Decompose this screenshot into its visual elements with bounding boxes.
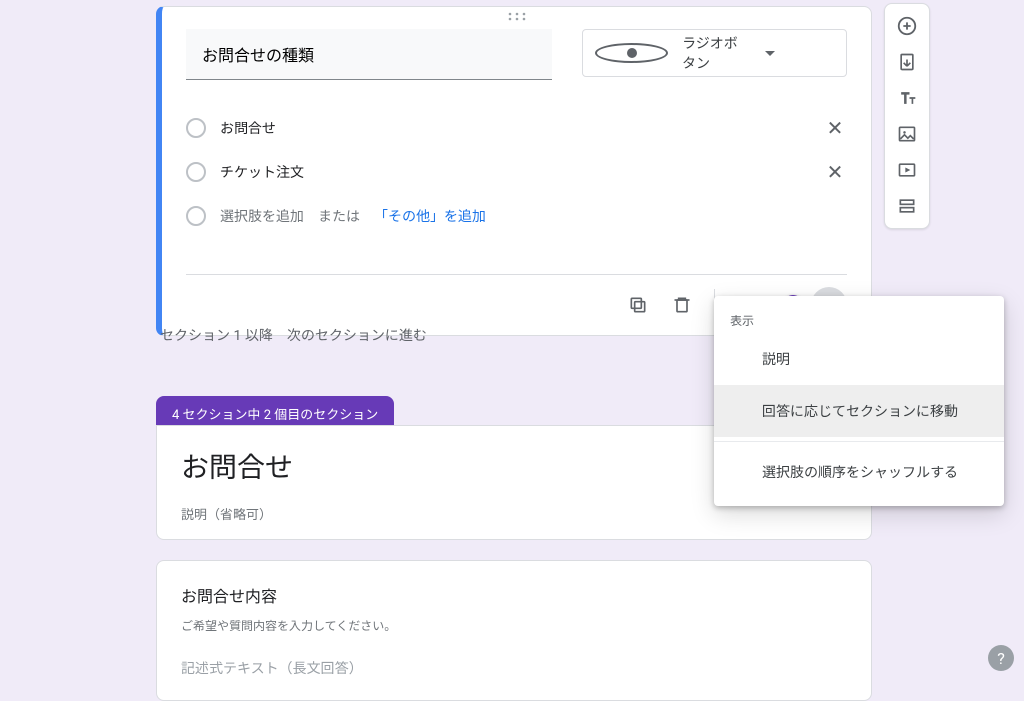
radio-outline-icon	[186, 118, 206, 138]
menu-item-shuffle[interactable]: 選択肢の順序をシャッフルする	[714, 446, 1004, 498]
section-desc[interactable]: 説明（省略可）	[181, 504, 847, 523]
import-questions-button[interactable]	[888, 44, 926, 80]
option-label: チケット注文	[220, 162, 304, 182]
menu-item-description[interactable]: 説明	[714, 333, 1004, 385]
duplicate-button[interactable]	[618, 285, 658, 325]
answer-placeholder: 記述式テキスト（長文回答）	[181, 658, 847, 678]
question-title-input[interactable]	[186, 29, 552, 80]
radio-outline-icon	[186, 162, 206, 182]
option-label: お問合せ	[220, 118, 276, 138]
more-options-menu: 表示 説明 回答に応じてセクションに移動 選択肢の順序をシャッフルする	[714, 296, 1004, 506]
add-question-button[interactable]	[888, 8, 926, 44]
remove-option-button[interactable]: ✕	[823, 116, 847, 140]
divider	[714, 441, 1004, 442]
radio-icon	[595, 43, 668, 63]
floating-toolbar	[884, 3, 930, 229]
add-title-button[interactable]	[888, 80, 926, 116]
add-other-link[interactable]: 「その他」を追加	[374, 206, 486, 226]
help-button[interactable]: ?	[988, 645, 1014, 671]
add-section-button[interactable]	[888, 188, 926, 224]
menu-header: 表示	[714, 304, 1004, 333]
add-option-row: 選択肢を追加 または 「その他」を追加	[186, 194, 847, 238]
option-row[interactable]: お問合せ ✕	[186, 106, 847, 150]
add-image-button[interactable]	[888, 116, 926, 152]
section-flow-action: 次のセクションに進む	[287, 325, 427, 345]
question-type-select[interactable]: ラジオボタン	[582, 29, 847, 77]
question-card[interactable]: お問合せ内容 ご希望や質問内容を入力してください。 記述式テキスト（長文回答）	[156, 560, 872, 701]
section-flow-prefix: セクション 1 以降	[160, 325, 273, 345]
question-desc: ご希望や質問内容を入力してください。	[181, 617, 847, 634]
delete-button[interactable]	[662, 285, 702, 325]
radio-outline-icon	[186, 206, 206, 226]
option-row[interactable]: チケット注文 ✕	[186, 150, 847, 194]
question-title: お問合せ内容	[181, 583, 847, 607]
question-card: ラジオボタン お問合せ ✕ チケット注文 ✕ 選択肢を追加 または 「その他」を…	[156, 6, 872, 336]
drag-handle[interactable]	[186, 7, 847, 29]
remove-option-button[interactable]: ✕	[823, 160, 847, 184]
question-type-label: ラジオボタン	[682, 33, 751, 73]
add-option-sep: または	[318, 206, 360, 226]
add-option-link[interactable]: 選択肢を追加	[220, 206, 304, 226]
chevron-down-icon	[765, 45, 834, 61]
add-video-button[interactable]	[888, 152, 926, 188]
menu-item-goto-section[interactable]: 回答に応じてセクションに移動	[714, 385, 1004, 437]
